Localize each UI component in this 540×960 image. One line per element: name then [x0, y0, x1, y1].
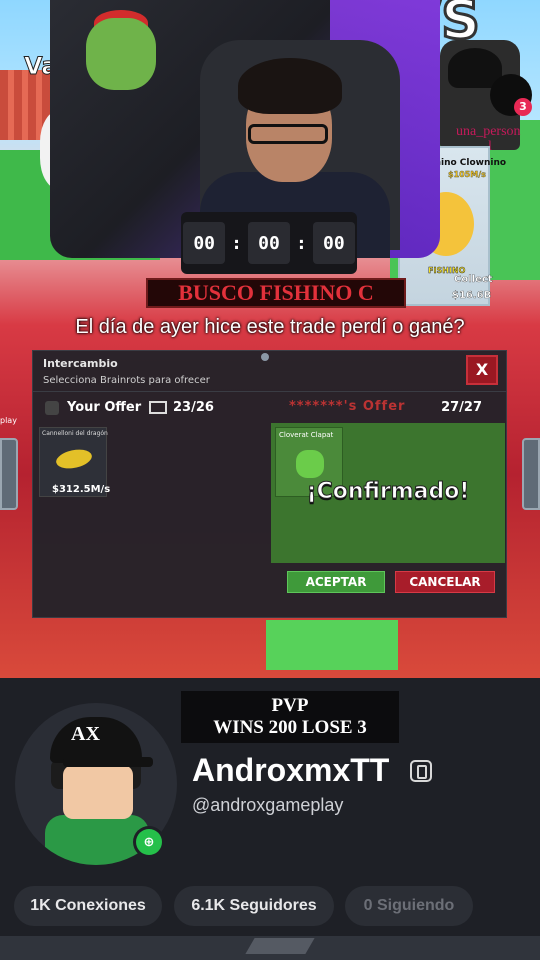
pvp-overlay: PVP WINS 200 LOSE 3	[181, 691, 399, 743]
pvp-line-2: WINS 200 LOSE 3	[213, 717, 367, 738]
card-price: $16.6B	[452, 290, 492, 301]
avatar-cap-bill	[63, 757, 153, 767]
their-offer-label: *******'s Offer	[289, 399, 406, 414]
verified-icon	[410, 760, 432, 782]
followers-button[interactable]: 6.1K Seguidores	[174, 886, 334, 926]
bottom-bar-shape	[245, 938, 315, 954]
player-username: una_person	[456, 124, 521, 139]
gamepad-icon: ⊕	[136, 829, 162, 855]
pvp-line-1: PVP	[271, 695, 309, 716]
crocodile-icon	[54, 444, 94, 474]
side-label: play	[0, 416, 17, 425]
timer-sep: :	[231, 232, 242, 254]
timer-minutes: 00	[248, 222, 290, 264]
video-caption: El día de ayer hice este trade perdí o g…	[75, 316, 465, 338]
timer-seconds: 00	[312, 222, 355, 264]
profile-handle: @androxgameplay	[192, 795, 344, 815]
their-offer-count: 27/27	[441, 400, 482, 415]
stream-banner: BUSCO FISHINO C	[146, 278, 406, 308]
side-button-right[interactable]	[522, 438, 540, 510]
your-offer-label: Your Offer	[67, 400, 142, 415]
offer-item-left[interactable]: Cannelloni del dragón $312.5M/s	[39, 427, 111, 497]
item-name: Cloverat Clapat	[279, 431, 334, 439]
avatar-cap-text: AX	[71, 723, 100, 745]
countdown-timer: 00 : 00 : 00	[181, 212, 357, 274]
inventory-icon	[149, 401, 167, 414]
streamer-hair	[238, 58, 342, 114]
trade-window: Intercambio Selecciona Brainrots para of…	[32, 350, 507, 618]
plush-toy	[86, 18, 156, 90]
item-price: $312.5M/s	[52, 484, 111, 495]
ground-block	[266, 620, 398, 670]
trade-subtitle: Selecciona Brainrots para ofrecer	[43, 375, 210, 386]
divider	[33, 391, 506, 392]
following-button[interactable]: 0 Siguiendo	[345, 886, 473, 926]
streamer-glasses	[248, 124, 328, 144]
item-name: Cannelloni del dragón	[42, 430, 108, 437]
accept-button[interactable]: ACEPTAR	[287, 571, 385, 593]
timer-sep: :	[296, 232, 307, 254]
your-offer-count: 23/26	[173, 400, 214, 415]
gamepad-badge: ⊕	[133, 826, 165, 858]
close-button[interactable]: X	[466, 355, 498, 385]
card-collect: Collect	[454, 274, 493, 285]
pin-icon	[261, 353, 269, 361]
timer-hours: 00	[183, 222, 226, 264]
stream-scene: /S Va 3 una_person l Fishino Clownino $1…	[0, 0, 540, 678]
trade-title: Intercambio	[43, 357, 118, 370]
confirmed-text: ¡Confirmado!	[306, 479, 470, 505]
display-name: AndroxmxTT	[192, 752, 390, 788]
cancel-button[interactable]: CANCELAR	[395, 571, 495, 593]
bag-icon	[45, 401, 59, 415]
frog-icon	[296, 450, 324, 478]
avatar-face	[63, 765, 133, 819]
connections-button[interactable]: 1K Conexiones	[14, 886, 162, 926]
side-button-left[interactable]	[0, 438, 18, 510]
bottom-strip	[0, 936, 540, 960]
notification-badge: 3	[514, 98, 532, 116]
card-stat: $105M/s	[448, 170, 486, 179]
